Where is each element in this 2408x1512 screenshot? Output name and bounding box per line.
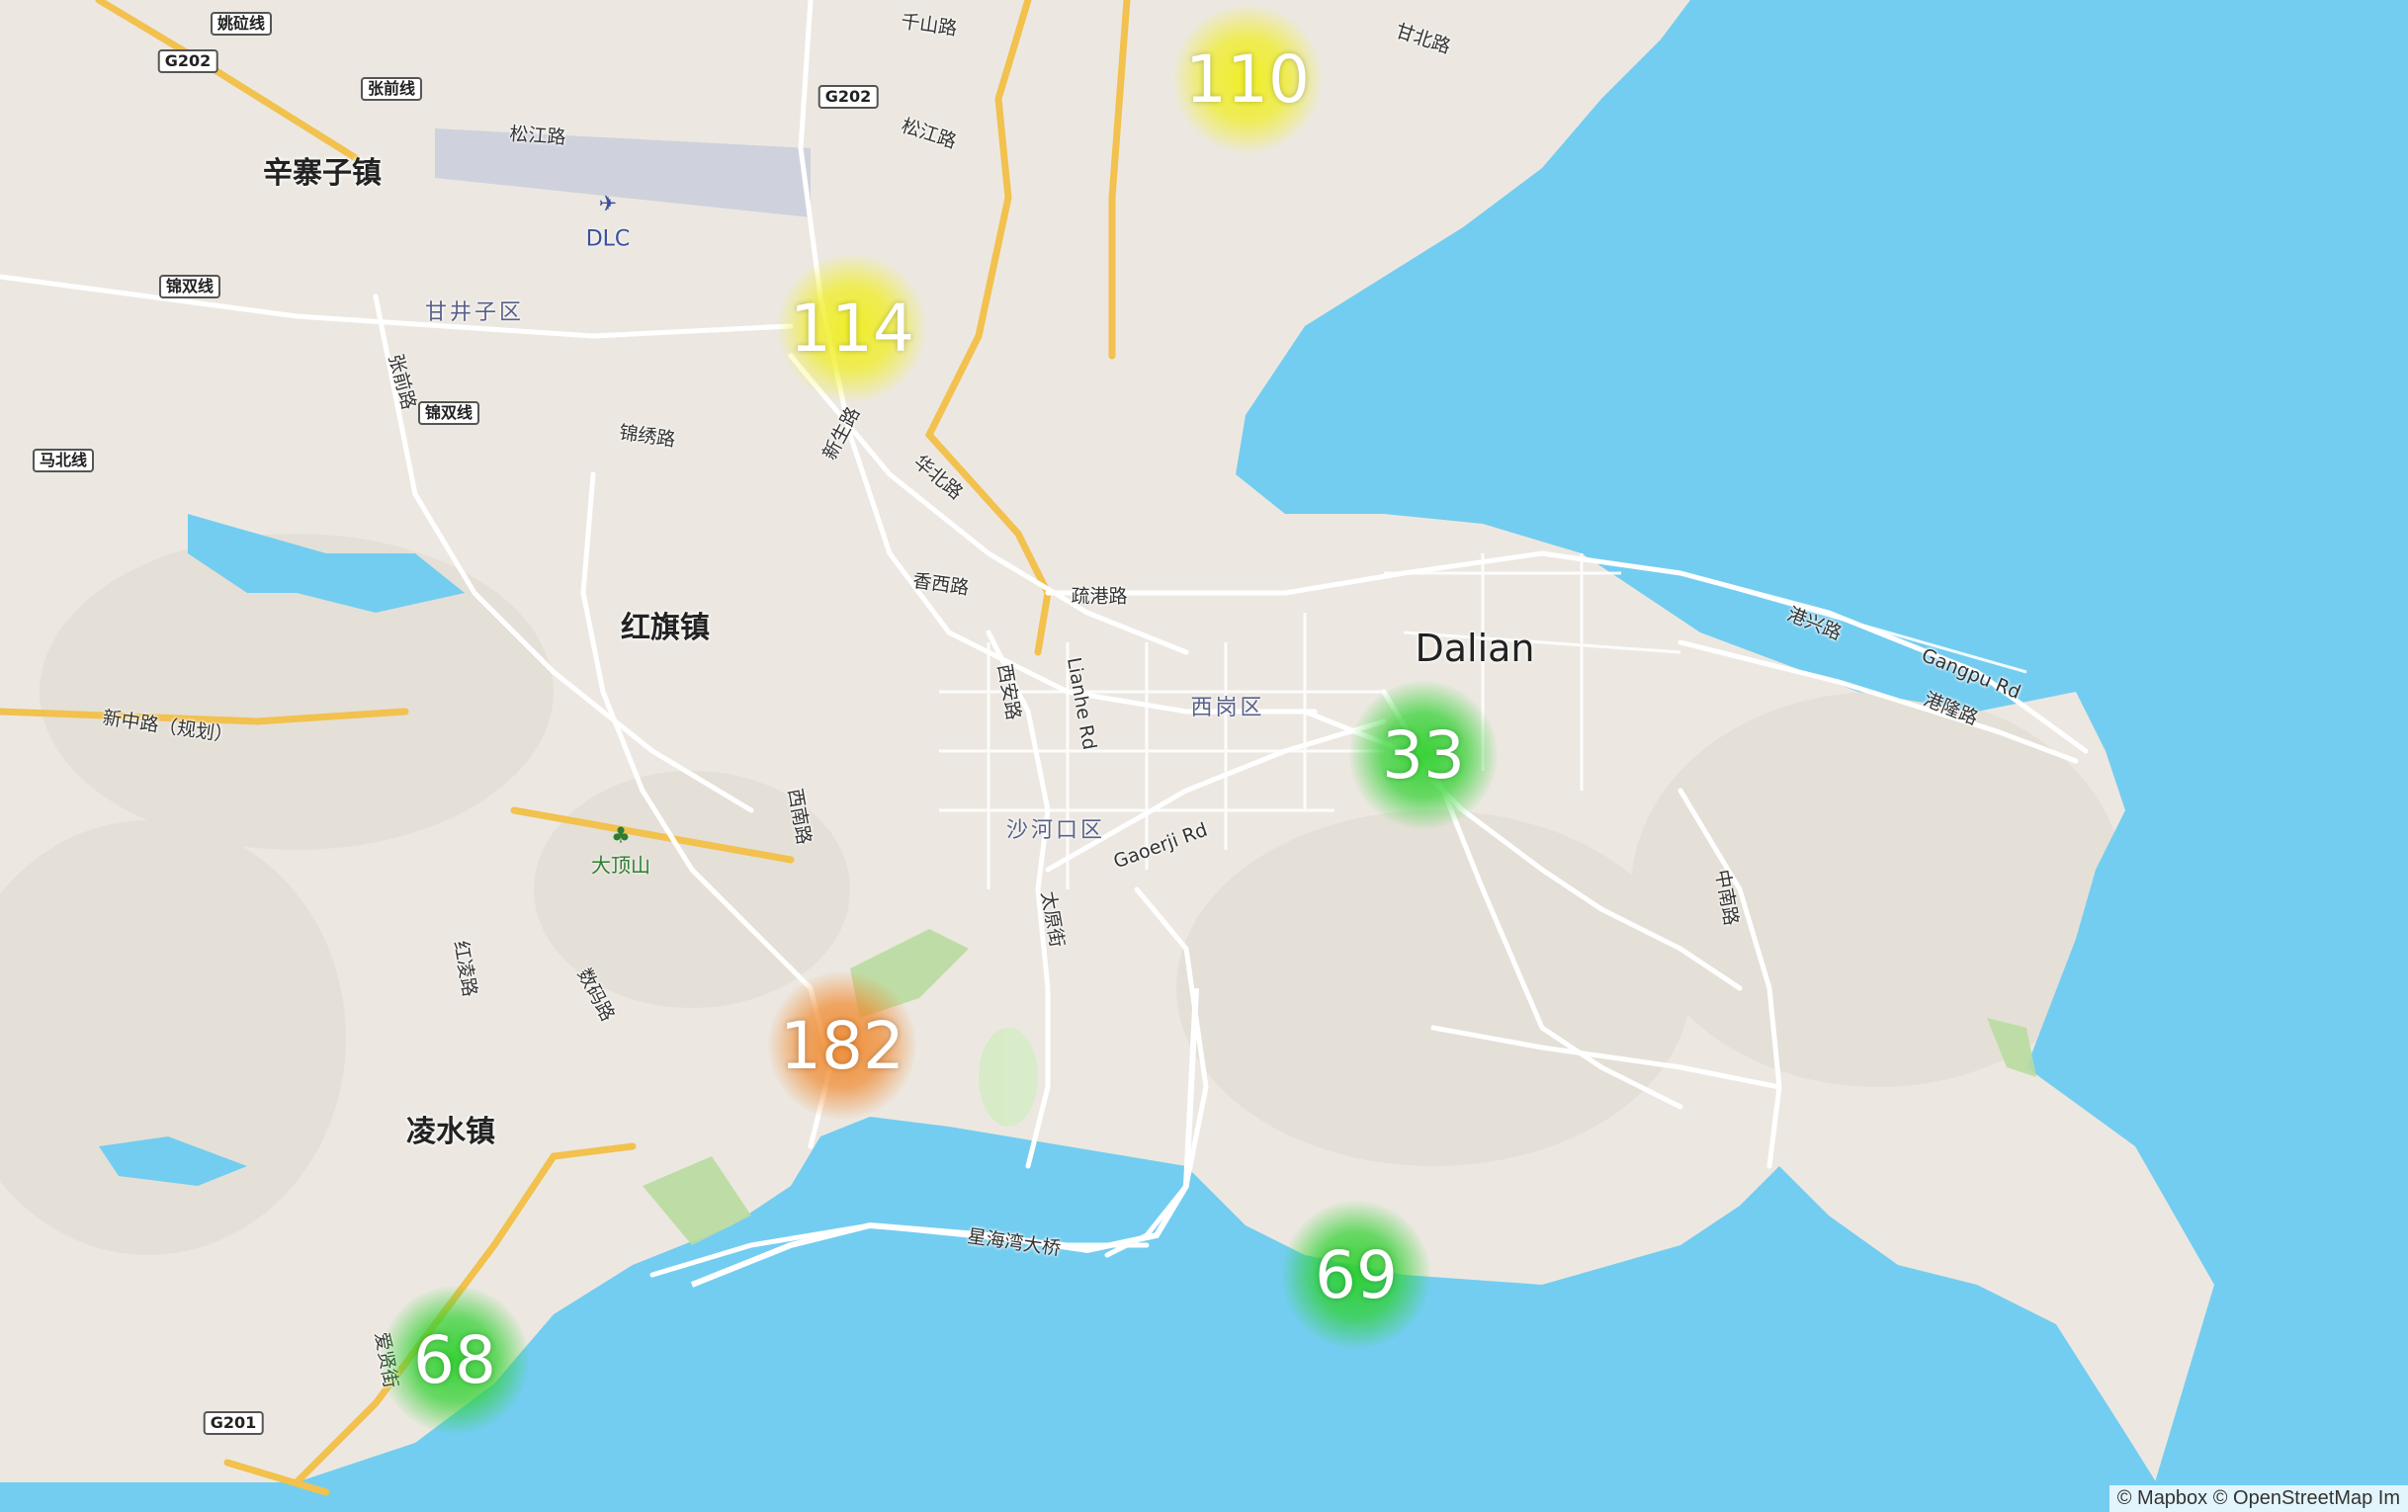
district-label-xigang: 西岗区 (1190, 696, 1265, 720)
town-label-lingshui: 凌水镇 (406, 1115, 495, 1149)
route-shield: 锦双线 (158, 275, 221, 298)
route-shield: 姚砬线 (210, 12, 273, 36)
cluster-marker[interactable]: 68 (381, 1286, 529, 1434)
cluster-count: 182 (780, 1007, 904, 1084)
cluster-count: 69 (1315, 1236, 1398, 1313)
cluster-marker[interactable]: 110 (1173, 5, 1322, 153)
route-shield: 锦双线 (417, 401, 480, 425)
cluster-marker[interactable]: 114 (778, 254, 926, 402)
park-label: 大顶山 (591, 853, 650, 878)
city-label-dalian[interactable]: Dalian (1415, 627, 1534, 670)
town-label-xinzhaizi: 辛寨子镇 (263, 156, 382, 191)
map-canvas[interactable]: 辛寨子镇 红旗镇 凌水镇 甘井子区 西岗区 沙河口区 Dalian ✈ DLC … (0, 0, 2408, 1512)
map-base-layer (0, 0, 2408, 1512)
cluster-count: 33 (1382, 716, 1465, 794)
route-shield: 张前线 (360, 77, 423, 101)
route-shield: 马北线 (32, 449, 95, 472)
cluster-marker[interactable]: 33 (1349, 681, 1498, 829)
airport-label[interactable]: DLC (586, 227, 631, 252)
route-shield: G201 (203, 1411, 264, 1435)
cluster-marker[interactable]: 69 (1282, 1201, 1430, 1349)
tree-icon: ♣ (611, 823, 631, 849)
district-label-shahekou: 沙河口区 (1005, 818, 1106, 843)
cluster-marker[interactable]: 182 (768, 971, 916, 1120)
map-attribution[interactable]: © Mapbox © OpenStreetMap Im (2108, 1485, 2408, 1512)
road-label: 松江路 (508, 123, 567, 149)
road-label: 疏港路 (1071, 585, 1128, 608)
route-shield: G202 (157, 49, 218, 73)
route-shield: G202 (817, 85, 879, 109)
cluster-count: 114 (790, 290, 914, 367)
airport-icon[interactable]: ✈ (599, 193, 617, 217)
cluster-count: 110 (1185, 41, 1310, 118)
cluster-count: 68 (413, 1321, 496, 1398)
town-label-hongqi: 红旗镇 (621, 611, 710, 645)
district-label-ganjingzi: 甘井子区 (424, 300, 525, 325)
